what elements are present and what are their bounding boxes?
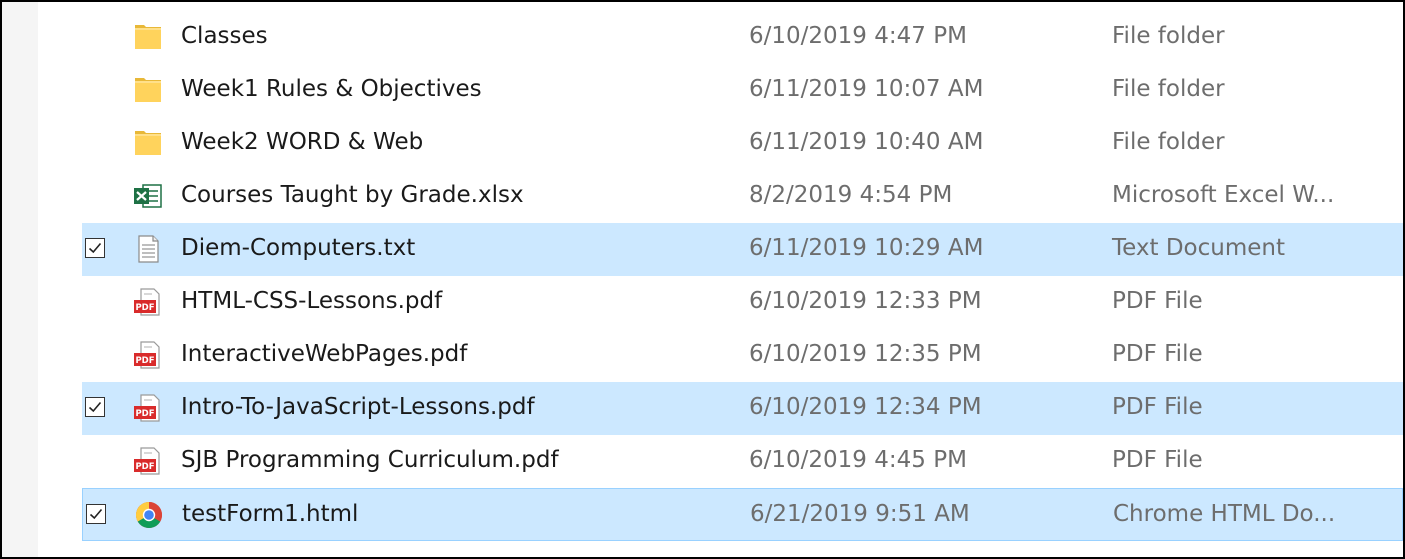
file-name: InteractiveWebPages.pdf xyxy=(181,341,468,367)
date-modified: 8/2/2019 4:54 PM xyxy=(749,182,953,208)
file-row[interactable]: Courses Taught by Grade.xlsx 8/2/2019 4:5… xyxy=(82,170,1403,223)
file-name: Diem-Computers.txt xyxy=(181,235,416,261)
file-row[interactable]: Week1 Rules & Objectives 6/11/2019 10:07 … xyxy=(82,64,1403,117)
file-row[interactable]: Classes 6/10/2019 4:47 PM File folder xyxy=(82,11,1403,64)
date-modified: 6/11/2019 10:29 AM xyxy=(749,235,984,261)
navigation-pane-edge xyxy=(2,2,38,557)
folder-icon xyxy=(132,21,164,53)
date-modified: 6/10/2019 12:34 PM xyxy=(749,394,982,420)
date-modified: 6/21/2019 9:51 AM xyxy=(750,501,970,527)
svg-text:PDF: PDF xyxy=(135,303,154,313)
date-modified: 6/10/2019 4:45 PM xyxy=(749,447,967,473)
file-name: Classes xyxy=(181,23,268,49)
file-type: PDF File xyxy=(1112,341,1203,367)
folder-icon xyxy=(132,74,164,106)
file-name: Week1 Rules & Objectives xyxy=(181,76,482,102)
file-name: testForm1.html xyxy=(182,501,359,527)
file-list: Classes 6/10/2019 4:47 PM File folder Week1… xyxy=(82,11,1403,541)
file-row[interactable]: PDF InteractiveWebPages.pdf 6/10/2019 12:3… xyxy=(82,329,1403,382)
file-name: Courses Taught by Grade.xlsx xyxy=(181,182,524,208)
date-modified: 6/11/2019 10:07 AM xyxy=(749,76,984,102)
file-type: PDF File xyxy=(1112,394,1203,420)
date-modified: 6/10/2019 4:47 PM xyxy=(749,23,967,49)
file-type: Text Document xyxy=(1112,235,1285,261)
file-type: Microsoft Excel W... xyxy=(1112,182,1335,208)
file-row[interactable]: testForm1.html 6/21/2019 9:51 AM Chrome HT… xyxy=(82,488,1403,541)
date-modified: 6/10/2019 12:33 PM xyxy=(749,288,982,314)
svg-text:PDF: PDF xyxy=(135,356,154,366)
selection-checkbox[interactable] xyxy=(85,238,105,258)
file-row[interactable]: PDF SJB Programming Curriculum.pdf 6/10/20… xyxy=(82,435,1403,488)
date-modified: 6/10/2019 12:35 PM xyxy=(749,341,982,367)
folder-icon xyxy=(132,127,164,159)
file-name: SJB Programming Curriculum.pdf xyxy=(181,447,559,473)
file-type: File folder xyxy=(1112,23,1225,49)
file-type: File folder xyxy=(1112,129,1225,155)
file-type: File folder xyxy=(1112,76,1225,102)
file-row[interactable]: Week2 WORD & Web 6/11/2019 10:40 AM File f… xyxy=(82,117,1403,170)
file-row[interactable]: PDF Intro-To-JavaScript-Lessons.pdf 6/10/2… xyxy=(82,382,1403,435)
file-explorer-window: Classes 6/10/2019 4:47 PM File folder Week1… xyxy=(0,0,1405,559)
file-type: Chrome HTML Do... xyxy=(1113,501,1336,527)
pdf-icon: PDF xyxy=(132,339,164,371)
file-type: PDF File xyxy=(1112,288,1203,314)
excel-icon xyxy=(132,180,164,212)
selection-checkbox[interactable] xyxy=(85,397,105,417)
pdf-icon: PDF xyxy=(132,392,164,424)
selection-checkbox[interactable] xyxy=(86,504,106,524)
file-row[interactable]: PDF HTML-CSS-Lessons.pdf 6/10/2019 12:33 P… xyxy=(82,276,1403,329)
file-name: Intro-To-JavaScript-Lessons.pdf xyxy=(181,394,535,420)
pdf-icon: PDF xyxy=(132,286,164,318)
file-row[interactable]: Diem-Computers.txt 6/11/2019 10:29 AM Text… xyxy=(82,223,1403,276)
file-name: HTML-CSS-Lessons.pdf xyxy=(181,288,443,314)
pdf-icon: PDF xyxy=(132,445,164,477)
svg-text:PDF: PDF xyxy=(135,409,154,419)
chrome-icon xyxy=(133,499,165,531)
file-name: Week2 WORD & Web xyxy=(181,129,424,155)
file-type: PDF File xyxy=(1112,447,1203,473)
date-modified: 6/11/2019 10:40 AM xyxy=(749,129,984,155)
svg-text:PDF: PDF xyxy=(135,462,154,472)
text-document-icon xyxy=(132,233,164,265)
